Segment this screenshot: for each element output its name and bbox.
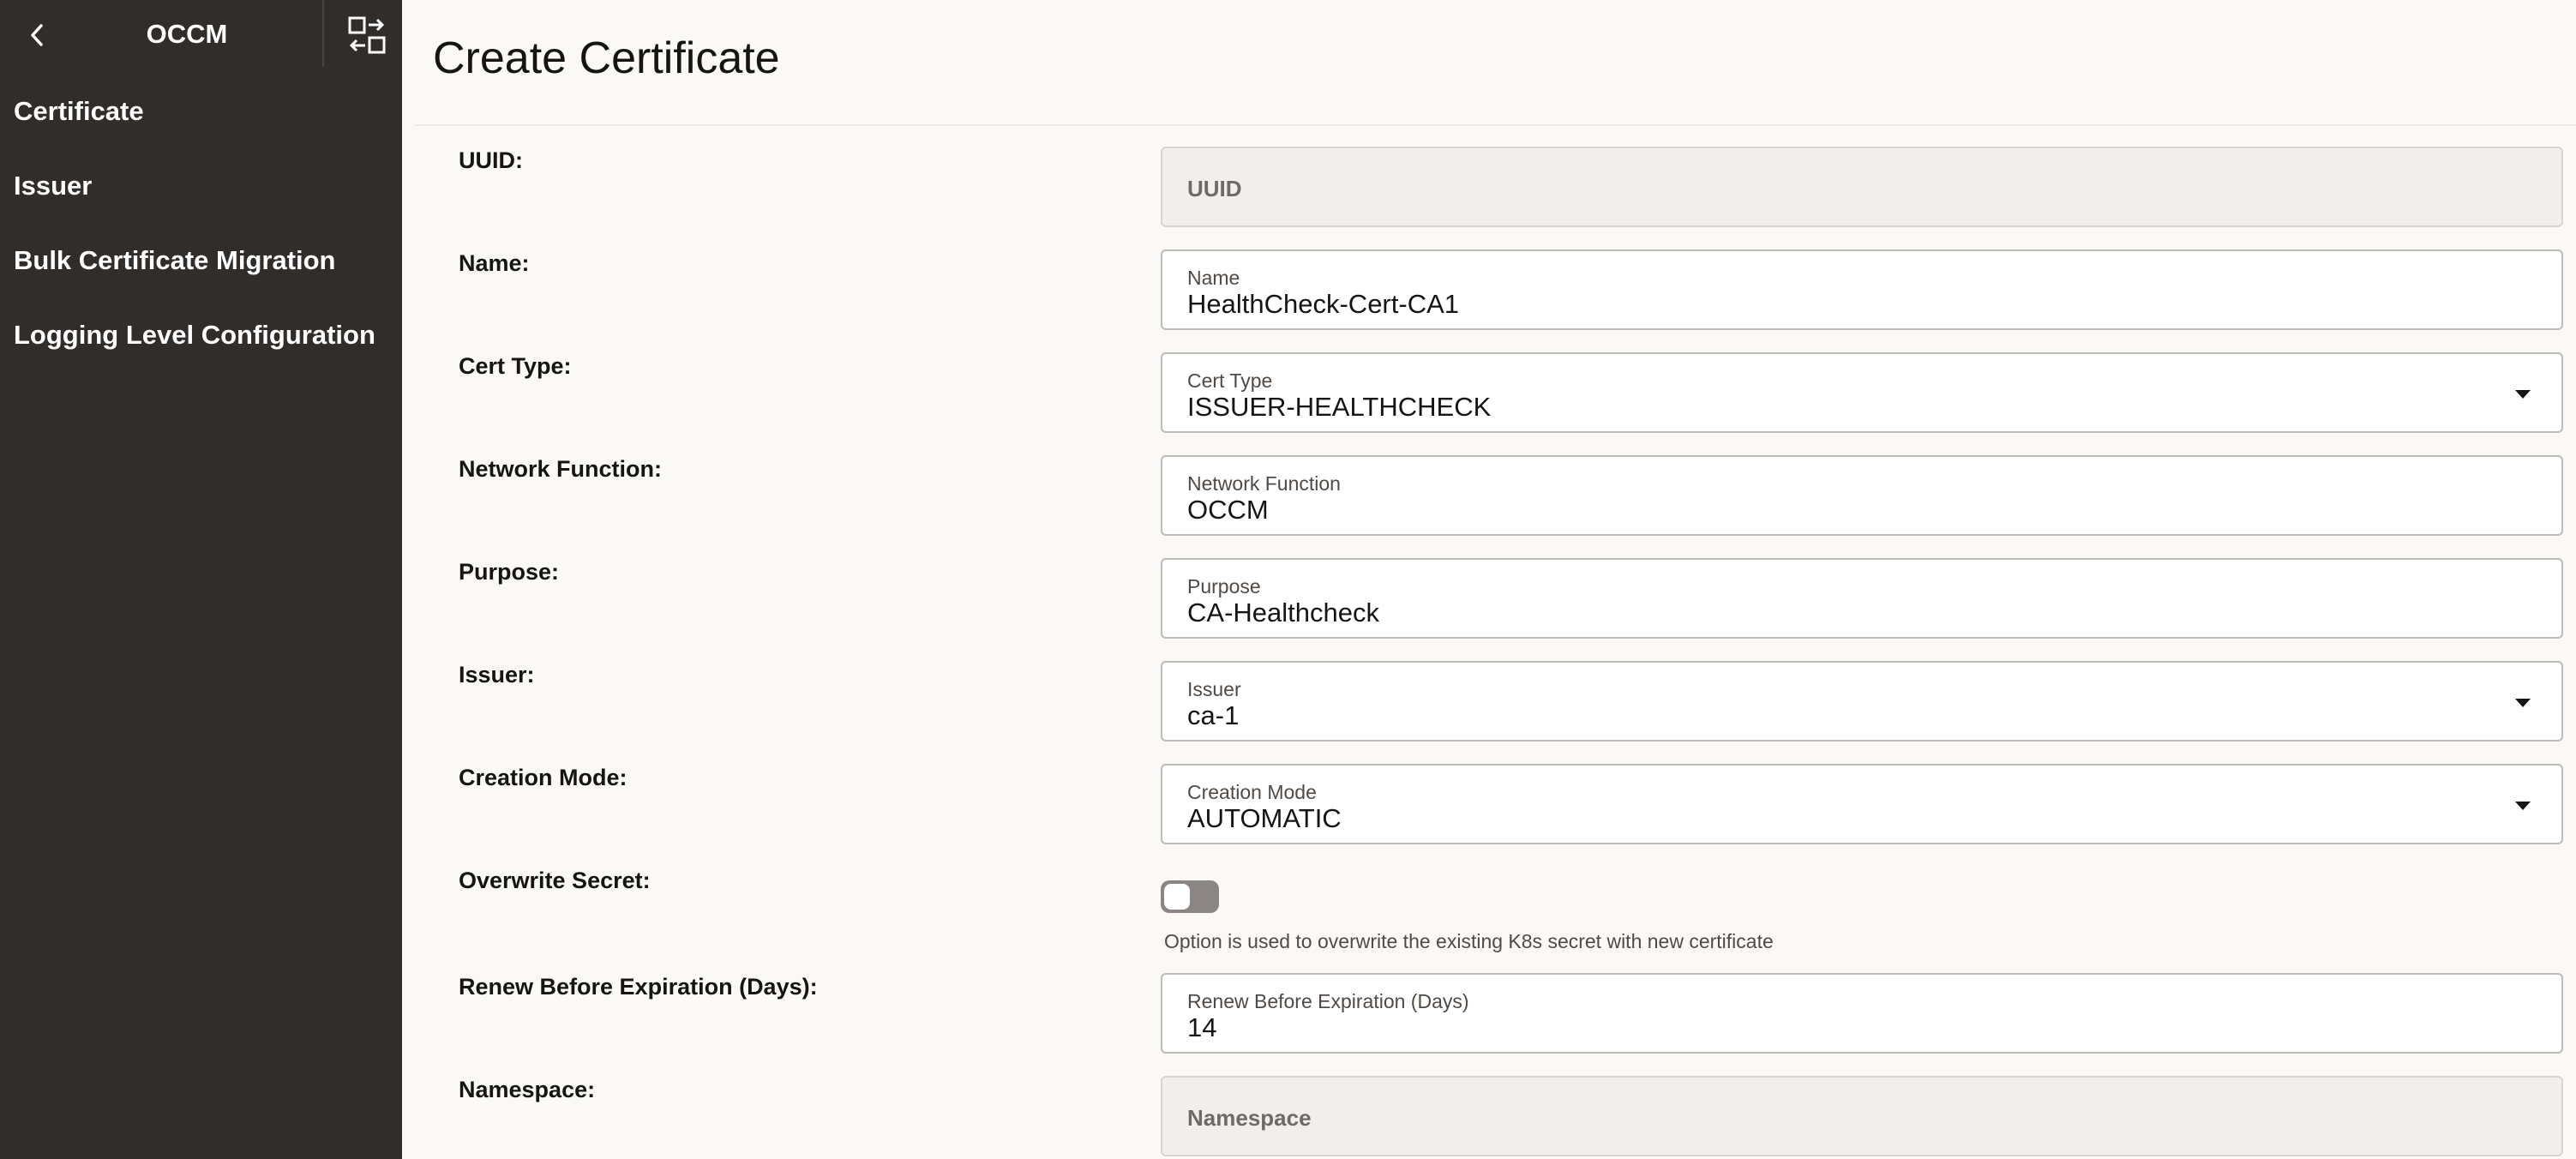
renew-before-field-label: Renew Before Expiration (Days)	[1187, 990, 1469, 1012]
purpose-field[interactable]: Purpose CA-Healthcheck	[1161, 558, 2563, 639]
back-button[interactable]	[21, 15, 53, 55]
app-title: OCCM	[146, 19, 228, 49]
chevron-left-icon	[31, 24, 43, 46]
overwrite-secret-label: Overwrite Secret:	[459, 868, 651, 893]
issuer-label: Issuer:	[459, 662, 535, 688]
name-field[interactable]: Name HealthCheck-Cert-CA1	[1161, 249, 2563, 330]
nav-item-issuer[interactable]: Issuer	[14, 171, 92, 201]
uuid-field: UUID	[1161, 147, 2563, 227]
toggle-knob	[1164, 884, 1190, 910]
sidebar: OCCM Certificate Issuer Bulk Certificate…	[0, 0, 402, 1159]
renew-before-label: Renew Before Expiration (Days):	[459, 974, 818, 1000]
network-function-field[interactable]: Network Function OCCM	[1161, 455, 2563, 536]
nav-item-bulk-certificate-migration[interactable]: Bulk Certificate Migration	[14, 245, 336, 276]
purpose-value[interactable]: CA-Healthcheck	[1187, 598, 1379, 628]
page-title: Create Certificate	[433, 33, 780, 83]
issuer-select[interactable]: Issuer ca-1	[1161, 661, 2563, 742]
overwrite-secret-help: Option is used to overwrite the existing…	[1164, 930, 1774, 952]
uuid-label: UUID:	[459, 147, 523, 173]
renew-before-value[interactable]: 14	[1187, 1012, 1216, 1043]
issuer-field-label: Issuer	[1187, 678, 1241, 700]
cert-type-value: ISSUER-HEALTHCHECK	[1187, 392, 1492, 422]
name-field-label: Name	[1187, 267, 1240, 289]
namespace-label: Namespace:	[459, 1077, 596, 1102]
creation-mode-label: Creation Mode:	[459, 765, 627, 790]
caret-down-icon[interactable]	[2515, 390, 2531, 399]
creation-mode-select[interactable]: Creation Mode AUTOMATIC	[1161, 764, 2563, 844]
header-divider	[322, 0, 324, 67]
creation-mode-field-label: Creation Mode	[1187, 781, 1317, 803]
overwrite-secret-toggle[interactable]	[1161, 880, 1219, 913]
nav-item-certificate[interactable]: Certificate	[14, 96, 144, 127]
nav-item-logging-level-configuration[interactable]: Logging Level Configuration	[14, 320, 375, 351]
network-function-field-label: Network Function	[1187, 472, 1341, 495]
title-divider	[414, 124, 2576, 126]
purpose-field-label: Purpose	[1187, 575, 1261, 598]
cert-type-label: Cert Type:	[459, 353, 572, 379]
collapse-panel-icon	[348, 16, 386, 54]
issuer-value: ca-1	[1187, 700, 1240, 730]
uuid-placeholder: UUID	[1187, 176, 1242, 201]
creation-mode-value: AUTOMATIC	[1187, 803, 1342, 833]
renew-before-field[interactable]: Renew Before Expiration (Days) 14	[1161, 973, 2563, 1054]
cert-type-select[interactable]: Cert Type ISSUER-HEALTHCHECK	[1161, 352, 2563, 433]
cert-type-field-label: Cert Type	[1187, 369, 1273, 392]
namespace-placeholder: Namespace	[1187, 1105, 1312, 1131]
name-field-value[interactable]: HealthCheck-Cert-CA1	[1187, 289, 1459, 320]
name-label: Name:	[459, 250, 530, 276]
caret-down-icon[interactable]	[2515, 802, 2531, 810]
caret-down-icon[interactable]	[2515, 699, 2531, 707]
namespace-field: Namespace	[1161, 1076, 2563, 1156]
network-function-value[interactable]: OCCM	[1187, 495, 1269, 525]
network-function-label: Network Function:	[459, 456, 662, 482]
collapse-sidebar-button[interactable]	[341, 12, 393, 58]
purpose-label: Purpose:	[459, 559, 560, 585]
sidebar-header: OCCM	[0, 0, 402, 69]
main-content: Create Certificate UUID: UUID Name: Name…	[402, 0, 2576, 1159]
